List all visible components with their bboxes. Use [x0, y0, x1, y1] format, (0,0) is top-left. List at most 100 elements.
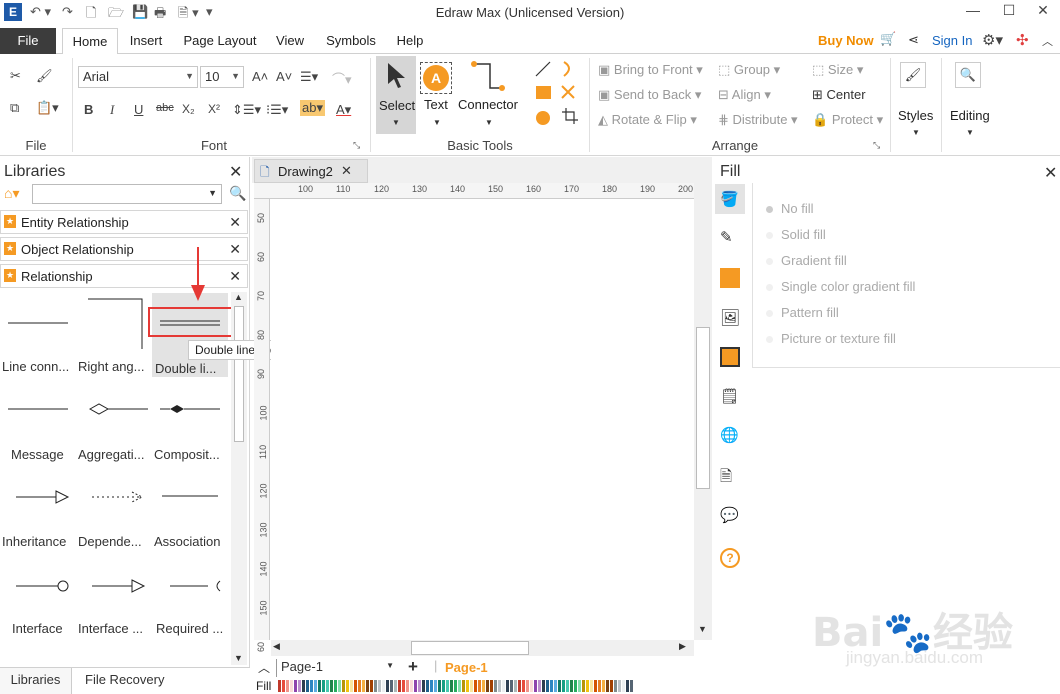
theme-icon[interactable]: ✣: [1016, 31, 1029, 49]
color-swatch[interactable]: [630, 680, 633, 692]
editing-button[interactable]: Editing: [950, 108, 990, 123]
color-swatch[interactable]: [490, 680, 493, 692]
distribute-button[interactable]: ⋕ Distribute ▾: [718, 112, 798, 128]
close-fill-panel-icon[interactable]: ✕: [1044, 163, 1057, 183]
line-spacing-icon[interactable]: ⇕☰▾: [232, 102, 261, 118]
group-button[interactable]: ⬚ Group ▾: [718, 62, 780, 78]
color-swatch[interactable]: [482, 680, 485, 692]
color-swatch[interactable]: [306, 680, 309, 692]
shape-tools-grid[interactable]: [534, 60, 586, 130]
size-button[interactable]: ⬚ Size ▾: [812, 62, 863, 78]
color-swatch[interactable]: [454, 680, 457, 692]
color-swatch[interactable]: [470, 680, 473, 692]
page-tab[interactable]: Page-1: [445, 660, 488, 675]
styles-icon[interactable]: 🖌: [900, 62, 926, 88]
color-swatch[interactable]: [394, 680, 397, 692]
canvas-horizontal-scrollbar[interactable]: ◀ ▶: [271, 640, 694, 656]
color-swatch[interactable]: [302, 680, 305, 692]
color-swatch[interactable]: [510, 680, 513, 692]
attachment-icon[interactable]: 🗎: [720, 466, 740, 486]
connector-tool-icon[interactable]: [470, 60, 506, 94]
tab-libraries[interactable]: Libraries: [0, 668, 72, 694]
color-swatch[interactable]: [418, 680, 421, 692]
close-icon[interactable]: ✕: [229, 214, 241, 231]
library-category-object-relationship[interactable]: ★ Object Relationship ✕: [0, 237, 248, 261]
color-swatch[interactable]: [378, 680, 381, 692]
align-text-icon[interactable]: ☰▾: [300, 69, 318, 85]
maximize-icon[interactable]: ☐: [994, 2, 1024, 22]
close-window-icon[interactable]: ✕: [1028, 2, 1058, 22]
scroll-up-icon[interactable]: ▲: [234, 292, 243, 302]
color-swatch[interactable]: [530, 680, 533, 692]
drawing-canvas[interactable]: [271, 199, 694, 640]
shape-line-connector[interactable]: Line conn...: [2, 297, 76, 379]
color-swatch[interactable]: [562, 680, 565, 692]
color-swatch[interactable]: [590, 680, 593, 692]
color-swatch[interactable]: [622, 680, 625, 692]
color-swatch[interactable]: [502, 680, 505, 692]
shape-interface[interactable]: Interface: [2, 559, 76, 641]
fill-option-solid-fill[interactable]: Solid fill: [766, 227, 826, 242]
color-swatch[interactable]: [586, 680, 589, 692]
color-swatch[interactable]: [434, 680, 437, 692]
color-swatch[interactable]: [310, 680, 313, 692]
color-swatch[interactable]: [542, 680, 545, 692]
text-curve-icon[interactable]: ⌒▾: [332, 69, 352, 88]
shrink-font-icon[interactable]: A˅: [276, 69, 292, 84]
align-button[interactable]: ⊟ Align ▾: [718, 87, 771, 103]
color-swatch[interactable]: [602, 680, 605, 692]
color-swatch[interactable]: [410, 680, 413, 692]
underline-icon[interactable]: U: [134, 102, 143, 117]
page-properties-icon[interactable]: 🗒: [720, 387, 740, 407]
color-swatch[interactable]: [570, 680, 573, 692]
color-swatch[interactable]: [398, 680, 401, 692]
shadow-fill-icon[interactable]: [720, 268, 740, 288]
shape-association[interactable]: Association: [154, 472, 228, 554]
fill-option-single-color-gradient[interactable]: Single color gradient fill: [766, 279, 915, 294]
grow-font-icon[interactable]: A˄: [252, 69, 268, 84]
close-icon[interactable]: ✕: [229, 241, 241, 258]
close-libraries-icon[interactable]: ✕: [229, 162, 242, 182]
connector-label[interactable]: Connector: [458, 97, 518, 112]
color-swatch[interactable]: [286, 680, 289, 692]
bring-to-front-button[interactable]: ▣ Bring to Front ▾: [598, 62, 703, 78]
font-color-icon[interactable]: A▾: [336, 102, 351, 118]
copy-icon[interactable]: ⧉: [10, 100, 19, 116]
shape-right-angle-connector[interactable]: Right ang...: [78, 297, 152, 379]
library-category-entity-relationship[interactable]: ★ Entity Relationship ✕: [0, 210, 248, 234]
color-swatch[interactable]: [374, 680, 377, 692]
color-swatch[interactable]: [314, 680, 317, 692]
rotate-flip-button[interactable]: ◭ Rotate & Flip ▾: [598, 112, 697, 128]
color-swatch[interactable]: [594, 680, 597, 692]
color-swatch[interactable]: [326, 680, 329, 692]
color-swatch[interactable]: [350, 680, 353, 692]
scrollbar-thumb[interactable]: [234, 306, 244, 442]
color-swatch[interactable]: [494, 680, 497, 692]
scroll-right-icon[interactable]: ▶: [679, 641, 686, 652]
center-button[interactable]: ⊞ Center: [812, 87, 866, 103]
home-icon[interactable]: ⌂▾: [4, 185, 19, 202]
color-swatch[interactable]: [358, 680, 361, 692]
color-swatch[interactable]: [426, 680, 429, 692]
color-swatch[interactable]: [386, 680, 389, 692]
color-swatch[interactable]: [610, 680, 613, 692]
color-swatch[interactable]: [278, 680, 281, 692]
minimize-icon[interactable]: —: [958, 2, 988, 22]
color-swatch[interactable]: [514, 680, 517, 692]
tab-insert[interactable]: Insert: [124, 28, 168, 54]
help-icon[interactable]: ?: [720, 548, 740, 568]
shape-interface-realization[interactable]: Interface ...: [78, 559, 152, 641]
color-swatch[interactable]: [438, 680, 441, 692]
tab-home[interactable]: Home: [62, 28, 118, 55]
chevron-up-icon[interactable]: ︿: [258, 659, 270, 676]
color-swatch[interactable]: [442, 680, 445, 692]
font-name-combo[interactable]: Arial ▼: [78, 66, 198, 88]
scroll-down-icon[interactable]: ▼: [234, 653, 243, 663]
color-swatch[interactable]: [282, 680, 285, 692]
protect-button[interactable]: 🔒 Protect ▾: [812, 112, 883, 128]
shape-required-interface[interactable]: Required ...: [154, 559, 228, 641]
color-swatch[interactable]: [582, 680, 585, 692]
color-swatch[interactable]: [618, 680, 621, 692]
subscript-icon[interactable]: X₂: [182, 102, 195, 116]
close-tab-icon[interactable]: ✕: [341, 163, 352, 179]
